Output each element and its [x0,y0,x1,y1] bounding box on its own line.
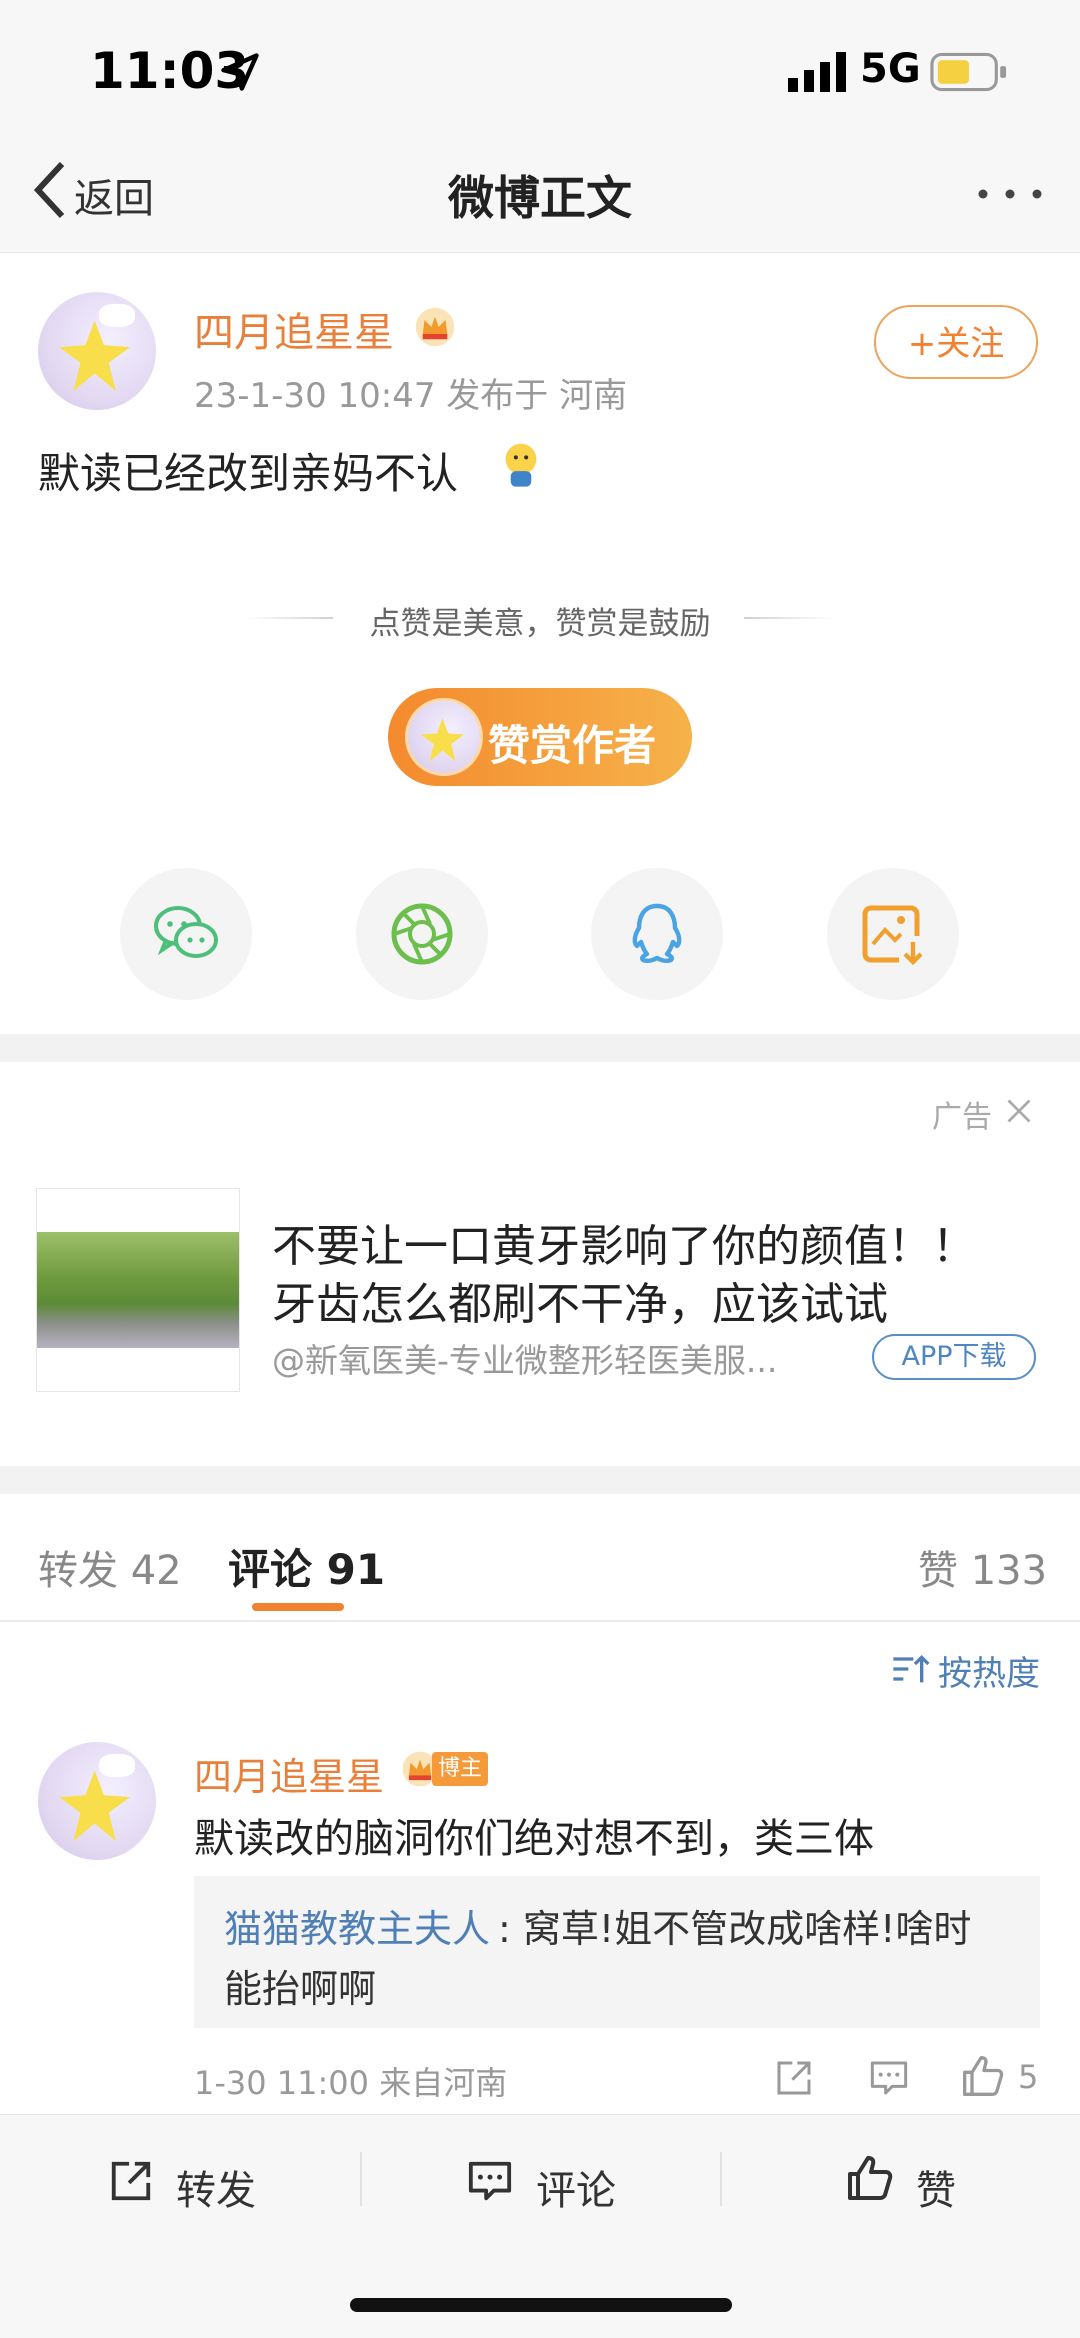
app-download-button[interactable]: APP下载 [872,1334,1036,1380]
sort-icon[interactable] [890,1652,930,1686]
reward-slogan: 点赞是美意，赞赏是鼓励 [369,606,711,642]
author-avatar[interactable] [38,292,156,410]
page-title: 微博正文 [448,171,632,225]
more-options-icon[interactable] [975,186,1045,202]
moments-icon [391,903,453,965]
ad-source: @新氧医美-专业微整形轻医美服... [272,1341,778,1380]
ad-tag: 广告 [932,1100,992,1135]
reply-text: : 窝草!姐不管改成啥样!啥时 [498,1907,972,1951]
save-image-icon [862,905,923,966]
signal-icon [788,52,846,92]
crown-icon [415,307,455,347]
reply-text: 能抬啊啊 [224,1967,377,2011]
like-count: 5 [1018,2058,1039,2096]
repost-button[interactable]: 转发 [176,2158,256,2216]
repost-icon[interactable] [108,2158,154,2204]
author-badge: 博主 [432,1752,488,1786]
tab-repost[interactable]: 转发 42 [38,1538,182,1596]
home-indicator[interactable] [350,2298,732,2312]
like-button[interactable]: 赞 [916,2158,956,2216]
follow-button[interactable]: +关注 [874,305,1038,379]
divider-line [0,1620,1080,1622]
commenter-avatar[interactable] [38,1742,156,1860]
comment-icon[interactable] [466,2158,514,2204]
ad-thumbnail-image [37,1232,239,1348]
comment-button[interactable]: 评论 [536,2158,616,2216]
reply-author-link[interactable]: 猫猫教教主夫人 [224,1898,490,1953]
comment-icon[interactable] [868,2058,910,2098]
close-icon[interactable] [1004,1096,1034,1126]
sort-by-hot-button[interactable]: 按热度 [938,1646,1040,1695]
reward-avatar [405,698,483,776]
comment-timestamp: 1-30 11:00 来自河南 [194,2064,508,2102]
tab-comment[interactable]: 评论 91 [228,1536,385,1597]
divider-line [360,2152,362,2206]
wechat-icon [154,906,218,958]
tab-like[interactable]: 赞 133 [918,1538,1047,1596]
ad-subheadline[interactable]: 牙齿怎么都刷不干净，应该试试 [272,1268,888,1332]
ad-headline[interactable]: 不要让一口黄牙影响了你的颜值！！ [272,1210,976,1274]
network-type: 5G [860,46,921,92]
reward-button-label[interactable]: 赞赏作者 [488,712,656,773]
share-icon[interactable] [774,2058,814,2098]
divider-line [744,617,834,619]
post-timestamp-location: 23-1-30 10:47 发布于 河南 [194,376,628,416]
post-content: 默读已经改到亲妈不认 [38,449,459,498]
qq-icon [632,903,682,964]
share-moments-button[interactable] [356,868,488,1000]
location-arrow-icon [221,53,259,91]
section-separator [0,1034,1080,1062]
author-name[interactable]: 四月追星星 [194,300,394,358]
save-image-button[interactable] [827,868,959,1000]
emoji-icon [505,443,537,487]
active-tab-indicator [252,1603,344,1611]
section-separator [0,1466,1080,1494]
like-icon[interactable] [960,2054,1006,2098]
share-wechat-button[interactable] [120,868,252,1000]
share-qq-button[interactable] [591,868,723,1000]
comment-text: 默读改的脑洞你们绝对想不到，类三体 [194,1816,874,1862]
commenter-name[interactable]: 四月追星星 [194,1746,384,1801]
divider-line [720,2152,722,2206]
battery-icon [930,52,1007,92]
like-icon[interactable] [846,2154,894,2202]
